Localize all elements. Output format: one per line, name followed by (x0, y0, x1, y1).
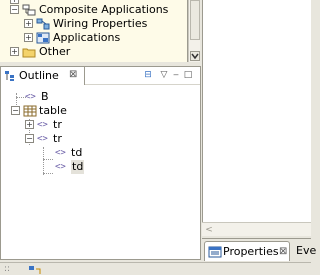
editor-area[interactable] (202, 0, 311, 236)
tab-properties[interactable]: Properties ⊠ (204, 241, 290, 261)
outline-node-td-selected[interactable]: <> td (1, 160, 121, 174)
project-tree-scrollbar[interactable] (188, 0, 200, 62)
tree-item-applications[interactable]: + Applications (0, 31, 188, 45)
project-tree: + − Composite Applications + Wiring Prop… (0, 0, 188, 62)
tree-item-wiring-properties[interactable]: + Wiring Properties (0, 17, 188, 31)
tag-icon: <> (37, 134, 48, 144)
outline-node-td[interactable]: <> td (1, 146, 121, 160)
expand-icon[interactable]: + (10, 47, 19, 56)
collapse-icon[interactable]: − (11, 106, 20, 115)
tree-item-label: Wiring Properties (53, 17, 148, 30)
outline-node-label: tr (53, 118, 62, 131)
table-icon (23, 105, 37, 117)
editor-horizontal-scrollbar[interactable]: < (202, 222, 311, 236)
maximize-icon[interactable]: □ (182, 69, 194, 81)
expand-icon[interactable]: + (24, 33, 33, 42)
expand-icon[interactable]: + (25, 120, 34, 129)
tag-icon: <> (55, 162, 66, 172)
outline-node-label: tr (53, 132, 62, 145)
tree-item-label: Applications (53, 31, 121, 44)
tree-item-composite-applications[interactable]: − Composite Applications (0, 3, 188, 17)
tree-item-other[interactable]: + Other (0, 45, 188, 59)
outline-node-label: table (39, 104, 67, 117)
scroll-down-arrow-icon[interactable] (190, 51, 200, 61)
tree-item-label: Other (39, 45, 71, 58)
tag-icon: <> (37, 120, 48, 130)
outline-node-label: td (71, 160, 85, 174)
tree-item-label: Composite Applications (39, 3, 169, 16)
wiring-icon (36, 18, 50, 30)
tab-properties-label: Properties (223, 245, 279, 258)
outline-node-table[interactable]: − table (1, 104, 121, 118)
tag-icon: <> (25, 92, 36, 102)
scroll-left-arrow-icon[interactable]: < (204, 225, 214, 235)
composite-app-icon (22, 4, 36, 16)
outline-node-tr[interactable]: − <> tr (1, 132, 121, 146)
applications-icon (36, 32, 50, 44)
status-grip: :: (4, 264, 11, 274)
scrollbar-thumb[interactable] (190, 0, 200, 40)
status-bar: :: (0, 262, 311, 275)
view-menu-icon[interactable]: ▽ (158, 69, 170, 81)
outline-node-tr[interactable]: + <> tr (1, 118, 121, 132)
outline-title: Outline (19, 69, 59, 82)
expand-icon[interactable]: + (24, 19, 33, 28)
outline-toolbar: ⊟ ▽ ‒ □ (138, 69, 198, 83)
minimize-icon[interactable]: ‒ (170, 69, 182, 81)
properties-icon (208, 246, 222, 258)
close-icon[interactable]: ⊠ (69, 69, 77, 80)
outline-icon (5, 71, 14, 81)
collapse-icon[interactable]: − (10, 5, 19, 14)
collapse-icon[interactable]: − (25, 134, 34, 143)
outline-node-label: B (41, 90, 49, 103)
outline-view: Outline ⊠ ⊟ ▽ ‒ □ <> B − table + <> tr −… (0, 66, 201, 260)
close-icon[interactable]: ⊠ (279, 246, 287, 257)
bottom-tab-strip: Properties ⊠ Eve (202, 238, 316, 261)
tab-outline[interactable]: Outline ⊠ (1, 67, 85, 85)
collapse-all-icon[interactable]: ⊟ (142, 69, 154, 81)
folder-icon (22, 48, 36, 58)
outline-header: Outline ⊠ ⊟ ▽ ‒ □ (1, 67, 200, 85)
tab-events-label[interactable]: Eve (296, 244, 316, 257)
fast-view-icon[interactable] (28, 264, 42, 275)
tag-icon: <> (55, 148, 66, 158)
outline-node-label: td (71, 146, 83, 159)
